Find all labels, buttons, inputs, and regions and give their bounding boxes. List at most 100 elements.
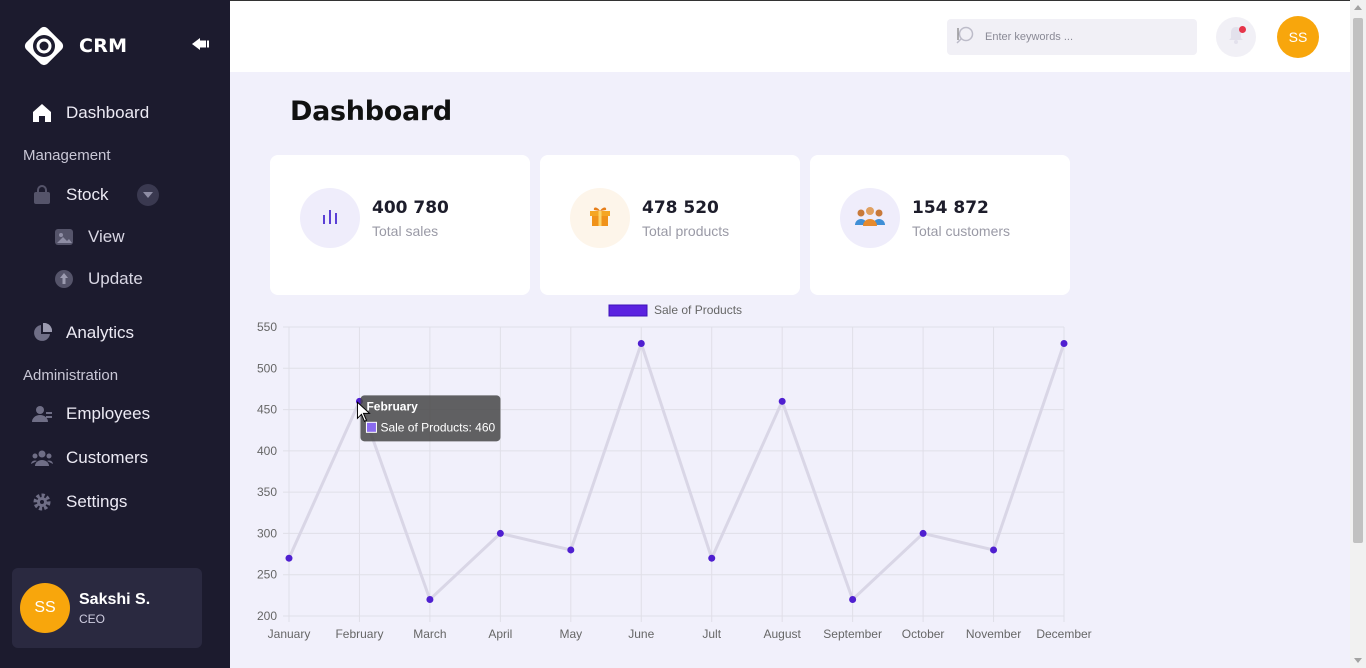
stat-icon-circle	[840, 188, 900, 248]
employee-icon	[30, 402, 54, 426]
upload-icon	[52, 267, 76, 291]
sidebar-item-employees[interactable]: Employees	[30, 402, 150, 426]
y-tick-label: 500	[257, 361, 277, 375]
stat-value: 478 520	[642, 198, 719, 218]
brand-name: CRM	[79, 35, 128, 57]
topbar: SS	[230, 0, 1350, 72]
sidebar-item-label: Employees	[66, 404, 151, 423]
series-line	[287, 338, 1066, 603]
notification-dot	[1239, 26, 1246, 33]
x-tick-label: November	[966, 627, 1021, 641]
y-tick-label: 550	[257, 320, 277, 334]
tooltip-label: Sale of Products: 460	[380, 420, 495, 434]
user-role: CEO	[79, 611, 106, 626]
search-input[interactable]	[985, 31, 1185, 43]
x-tick-label: January	[268, 627, 311, 641]
data-point[interactable]	[849, 595, 857, 603]
y-tick-label: 350	[257, 485, 277, 499]
avatar: SS	[20, 583, 70, 633]
legend-swatch	[608, 304, 648, 317]
x-tick-label: Jult	[702, 627, 721, 641]
sidebar-item-label: View	[88, 227, 125, 246]
x-tick-label: September	[823, 627, 882, 641]
x-tick-label: March	[413, 627, 446, 641]
page-title: Dashboard	[290, 96, 452, 127]
users-icon	[30, 446, 54, 470]
legend-label: Sale of Products	[654, 303, 742, 317]
bag-icon	[30, 183, 54, 207]
scroll-up-arrow-icon[interactable]	[1354, 5, 1362, 10]
y-tick-label: 200	[257, 609, 277, 623]
y-tick-label: 250	[257, 568, 277, 582]
sidebar-item-label: Analytics	[66, 323, 135, 342]
user-name: Sakshi S.	[79, 590, 151, 608]
stat-card-sales: 400 780 Total sales	[270, 155, 530, 295]
sidebar-item-label: Settings	[66, 492, 128, 511]
stat-icon-circle	[300, 188, 360, 248]
sidebar-item-update[interactable]: Update	[52, 267, 143, 291]
x-tick-label: May	[559, 627, 582, 641]
stat-caption: Total customers	[912, 223, 1011, 239]
x-tick-label: December	[1036, 627, 1091, 641]
people-icon	[853, 204, 887, 233]
sidebar-item-settings[interactable]: Settings	[30, 490, 127, 514]
y-tick-label: 450	[257, 403, 277, 417]
tooltip-swatch	[365, 421, 377, 433]
sidebar-item-dashboard[interactable]: Dashboard	[30, 101, 149, 125]
scroll-down-arrow-icon[interactable]	[1354, 658, 1362, 663]
stat-card-customers: 154 872 Total customers	[810, 155, 1070, 295]
data-point[interactable]	[778, 397, 786, 405]
data-point[interactable]	[426, 595, 434, 603]
sidebar-item-label: Stock	[66, 185, 109, 204]
y-tick-label: 400	[257, 444, 277, 458]
data-point[interactable]	[637, 340, 645, 348]
chevron-down-icon[interactable]	[136, 184, 159, 206]
bar-chart-icon	[321, 207, 339, 230]
sidebar-item-view[interactable]: View	[52, 225, 125, 249]
stat-card-products: 478 520 Total products	[540, 155, 800, 295]
search-icon	[955, 25, 975, 50]
stat-icon-circle	[570, 188, 630, 248]
home-icon	[30, 101, 54, 125]
data-point[interactable]	[496, 529, 504, 537]
data-point[interactable]	[919, 529, 927, 537]
sidebar-item-label: Customers	[66, 448, 149, 467]
crm-logo-icon	[20, 22, 68, 70]
avatar[interactable]: SS	[1277, 16, 1319, 58]
sidebar-item-analytics[interactable]: Analytics	[30, 321, 134, 345]
scrollbar[interactable]	[1350, 0, 1366, 668]
x-tick-label: February	[335, 627, 383, 641]
image-icon	[52, 225, 76, 249]
stat-caption: Total products	[642, 223, 730, 239]
sidebar-item-customers[interactable]: Customers	[30, 446, 148, 470]
sidebar-item-stock[interactable]: Stock	[30, 183, 159, 207]
notifications-button[interactable]	[1216, 17, 1256, 57]
stat-value: 154 872	[912, 198, 989, 218]
user-profile-card[interactable]: SS Sakshi S. CEO	[12, 568, 202, 648]
stat-caption: Total sales	[372, 223, 439, 239]
x-tick-label: October	[902, 627, 945, 641]
x-tick-label: June	[628, 627, 654, 641]
x-tick-label: August	[764, 627, 802, 641]
gear-icon	[30, 490, 54, 514]
sidebar: CRM Dashboard Management Stock View Upda…	[0, 0, 230, 668]
data-point[interactable]	[567, 546, 575, 554]
data-point[interactable]	[708, 554, 716, 562]
tooltip-title: February	[366, 399, 418, 413]
scroll-thumb[interactable]	[1353, 18, 1363, 543]
gift-icon	[588, 204, 612, 233]
x-tick-label: April	[488, 627, 512, 641]
pie-chart-icon	[30, 321, 54, 345]
stat-value: 400 780	[372, 198, 449, 218]
data-point[interactable]	[990, 546, 998, 554]
y-tick-label: 300	[257, 526, 277, 540]
search-box	[947, 19, 1197, 55]
data-point[interactable]	[285, 554, 293, 562]
brand[interactable]: CRM	[20, 22, 127, 70]
collapse-sidebar-icon[interactable]	[190, 35, 212, 53]
sales-line-chart[interactable]: 200 250 300 350 400 450 500 550 January February M…	[250, 298, 1110, 648]
sidebar-item-label: Dashboard	[66, 103, 150, 122]
section-label-administration: Administration	[23, 367, 119, 384]
data-point[interactable]	[1060, 340, 1068, 348]
section-label-management: Management	[23, 147, 111, 164]
